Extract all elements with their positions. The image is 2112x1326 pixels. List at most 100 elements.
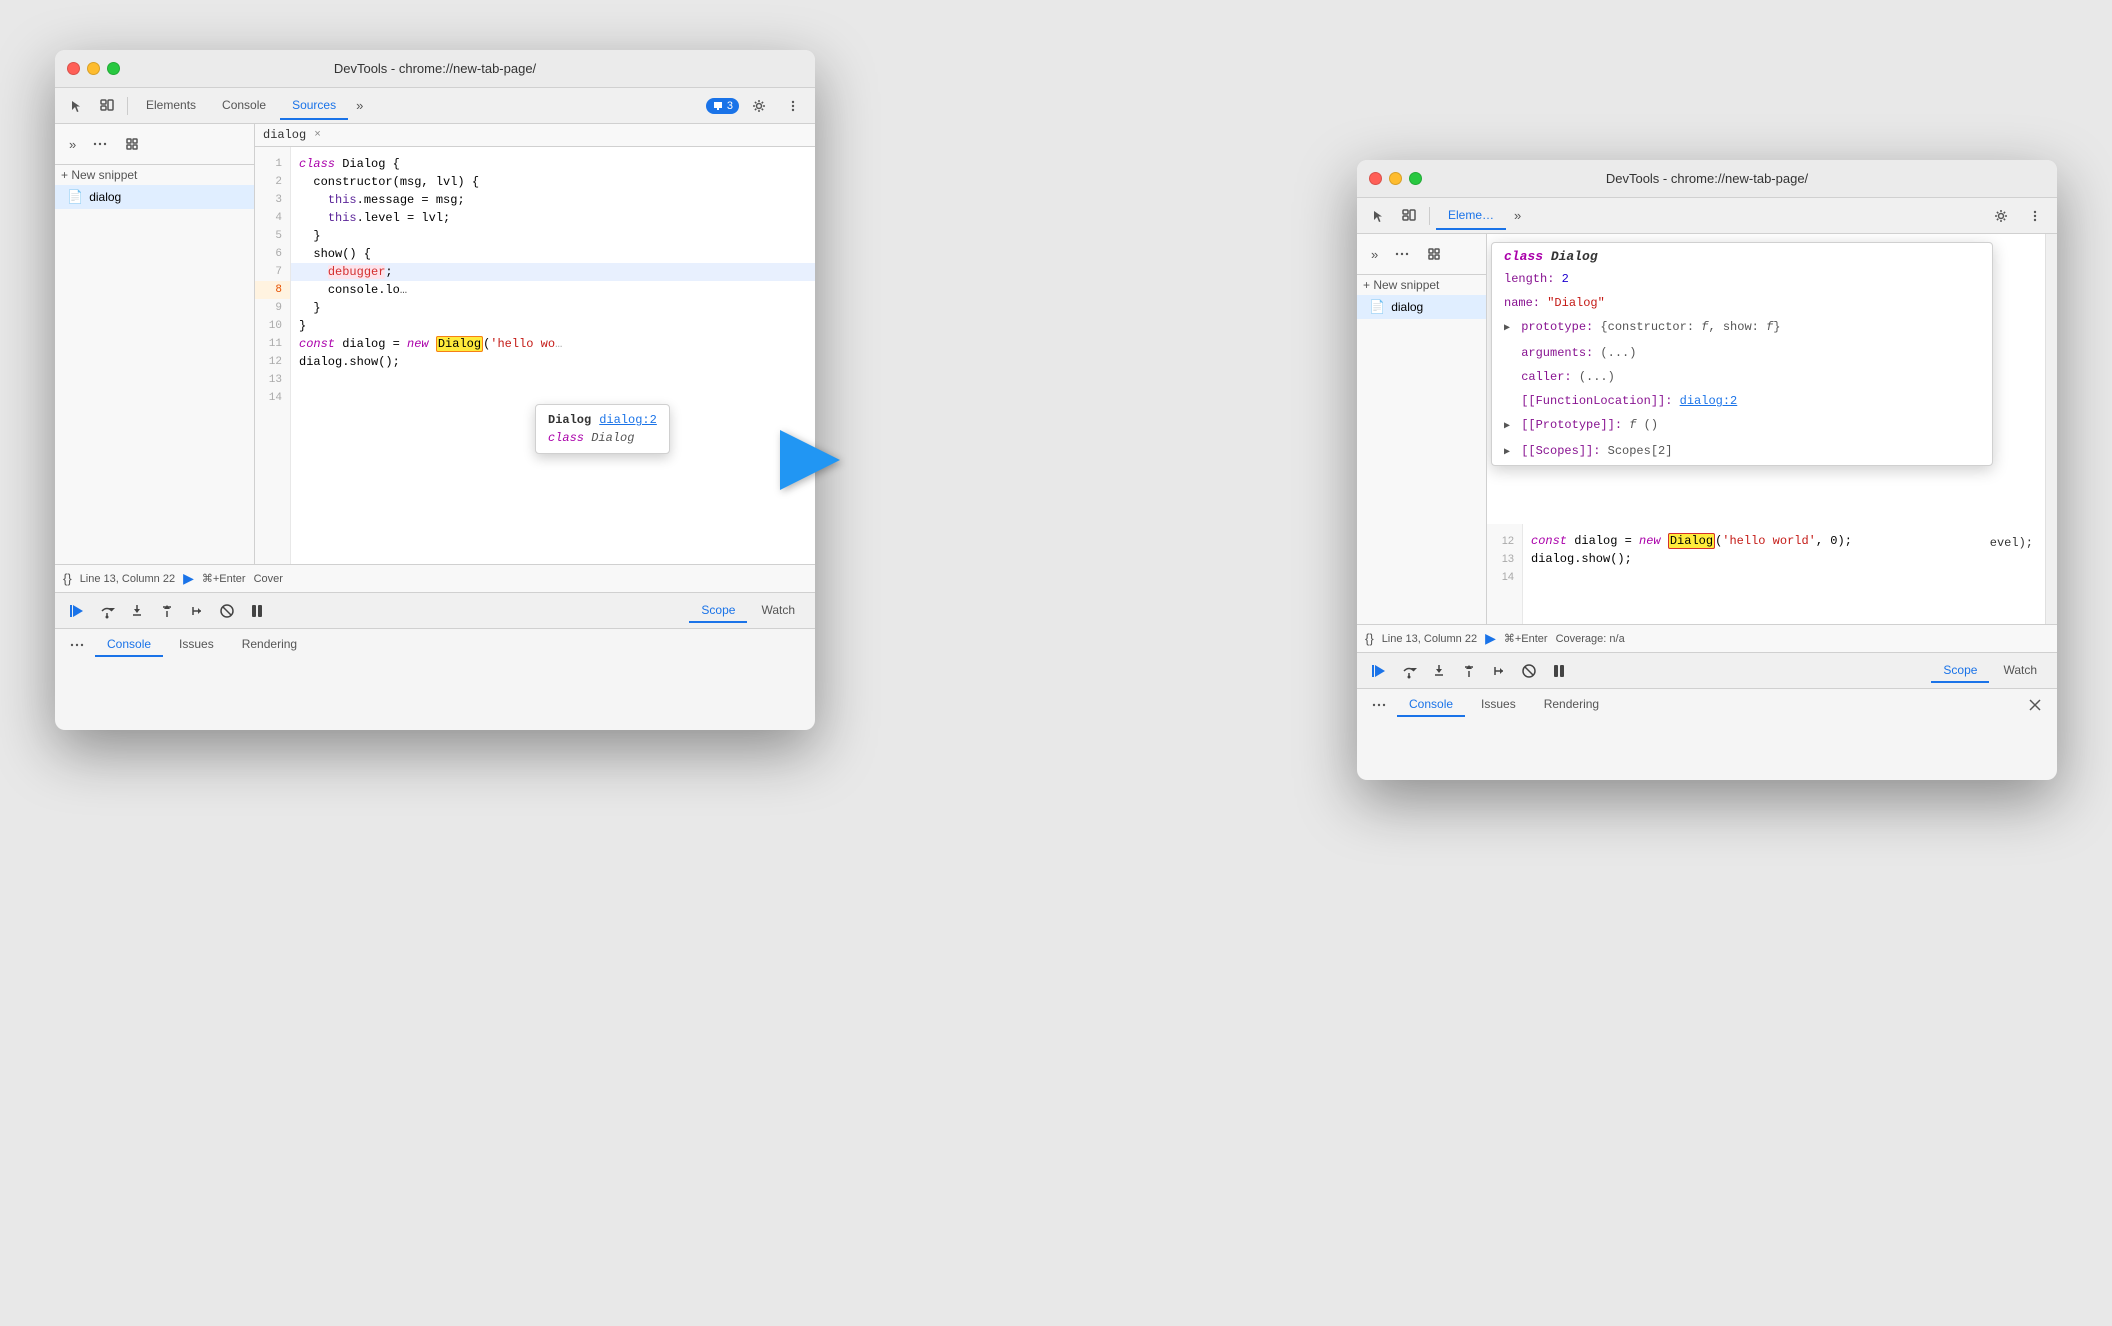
file-icon-1: 📄 xyxy=(67,189,83,205)
minimize-button-2[interactable] xyxy=(1389,172,1402,185)
step-over-btn-2[interactable] xyxy=(1395,657,1423,685)
scope-panel: class Dialog length: 2 name: "Dialog" ▶ … xyxy=(1491,242,1993,466)
step-into-btn-1[interactable] xyxy=(123,597,151,625)
code-line-1: class Dialog { xyxy=(291,155,815,173)
settings-icon-1[interactable] xyxy=(745,92,773,120)
pause-btn-2[interactable] xyxy=(1545,657,1573,685)
issues-tab-2[interactable]: Issues xyxy=(1469,693,1528,717)
close-button-1[interactable] xyxy=(67,62,80,75)
code-line2-14: dialog.show(); xyxy=(1523,550,2045,568)
code-line-9: console.lo… xyxy=(291,281,815,299)
more-icon-2[interactable] xyxy=(2021,202,2049,230)
rendering-tab-1[interactable]: Rendering xyxy=(230,633,309,657)
file-icon-2: 📄 xyxy=(1369,299,1385,315)
tab-elements-2[interactable]: Eleme… xyxy=(1436,202,1506,230)
console-tab-1[interactable]: Console xyxy=(95,633,163,657)
tab-console-1[interactable]: Console xyxy=(210,92,278,120)
arrow-container xyxy=(780,430,840,490)
scope-tab-1[interactable]: Scope xyxy=(689,599,747,623)
sidebar-more-1[interactable]: » xyxy=(63,133,82,156)
tooltip-link-1[interactable]: dialog:2 xyxy=(599,413,657,427)
line-col-2: Line 13, Column 22 xyxy=(1382,633,1477,645)
debug-toolbar-1: Scope Watch xyxy=(55,592,815,628)
code-below-panel: 12 13 14 const dialog = new Dialog('hell… xyxy=(1487,524,2045,624)
pause-btn-1[interactable] xyxy=(243,597,271,625)
titlebar-1: DevTools - chrome://new-tab-page/ xyxy=(55,50,815,88)
devtools-tabs-1: Elements Console Sources » 3 xyxy=(55,88,815,124)
close-button-2[interactable] xyxy=(1369,172,1382,185)
code-content-1: 12345 678 91011121314 class Dialog { con… xyxy=(255,147,815,564)
close-btn-2[interactable] xyxy=(2021,691,2049,719)
inspect-icon-2[interactable] xyxy=(1395,202,1423,230)
sidebar-expand-icon-2[interactable] xyxy=(1420,240,1448,268)
maximize-button-1[interactable] xyxy=(107,62,120,75)
deactivate-btn-1[interactable] xyxy=(213,597,241,625)
minimize-button-1[interactable] xyxy=(87,62,100,75)
maximize-button-2[interactable] xyxy=(1409,172,1422,185)
new-snippet-2[interactable]: + New snippet xyxy=(1357,275,1486,295)
rendering-tab-2[interactable]: Rendering xyxy=(1532,693,1611,717)
sidebar-file-dialog-2[interactable]: 📄 dialog xyxy=(1357,295,1486,319)
watch-tab-1[interactable]: Watch xyxy=(749,599,807,623)
close-file-tab-1[interactable]: × xyxy=(314,129,321,141)
sidebar-2: » + New snippet xyxy=(1357,234,1487,624)
status-bar-2: {} Line 13, Column 22 ▶ ⌘+Enter Coverage… xyxy=(1357,624,2057,652)
curly-braces-icon-1: {} xyxy=(63,571,72,586)
tab-elements-1[interactable]: Elements xyxy=(134,92,208,120)
inspect-icon[interactable] xyxy=(93,92,121,120)
step-into-btn-2[interactable] xyxy=(1425,657,1453,685)
settings-icon-2[interactable] xyxy=(1987,202,2015,230)
bottom-dots-1[interactable] xyxy=(63,631,91,659)
tabs-right-2 xyxy=(1987,202,2049,230)
step-out-btn-1[interactable] xyxy=(153,597,181,625)
code-lines-1: class Dialog { constructor(msg, lvl) { t… xyxy=(291,147,815,564)
sidebar-expand-icon[interactable] xyxy=(118,130,146,158)
play-icon-2[interactable]: ▶ xyxy=(1485,630,1496,647)
file-tab-1[interactable]: dialog xyxy=(263,128,306,142)
cursor-icon[interactable] xyxy=(63,92,91,120)
bottom-dots-2[interactable] xyxy=(1365,691,1393,719)
run-cmd-1: ⌘+Enter xyxy=(202,572,246,585)
tab-more-1[interactable]: » xyxy=(350,94,369,117)
devtools-tabs-2: Eleme… » xyxy=(1357,198,2057,234)
scope-item-scopes[interactable]: ▶ [[Scopes]]: Scopes[2] xyxy=(1492,439,1992,465)
close-icon-2[interactable] xyxy=(2021,691,2049,719)
new-snippet-label-1: + New snippet xyxy=(61,168,137,182)
code-line-4: this.level = lvl; xyxy=(291,209,815,227)
scrollbar-2[interactable] xyxy=(2045,234,2057,624)
watch-tab-2[interactable]: Watch xyxy=(1991,659,2049,683)
resume-btn-1[interactable] xyxy=(63,597,91,625)
scope-tab-2[interactable]: Scope xyxy=(1931,659,1989,683)
sidebar-header-2: » xyxy=(1357,234,1486,275)
step-over-btn-1[interactable] xyxy=(93,597,121,625)
sidebar-dots-1[interactable] xyxy=(86,130,114,158)
deactivate-btn-2[interactable] xyxy=(1515,657,1543,685)
scope-item-prototype2[interactable]: ▶ [[Prototype]]: f () xyxy=(1492,413,1992,439)
issues-tab-1[interactable]: Issues xyxy=(167,633,226,657)
sidebar-more-2[interactable]: » xyxy=(1365,243,1384,266)
status-bar-1: {} Line 13, Column 22 ▶ ⌘+Enter Cover xyxy=(55,564,815,592)
cursor-icon-2[interactable] xyxy=(1365,202,1393,230)
new-snippet-1[interactable]: + New snippet xyxy=(55,165,254,185)
tab-more-2[interactable]: » xyxy=(1508,204,1527,227)
step-out-btn-2[interactable] xyxy=(1455,657,1483,685)
tab-divider-1 xyxy=(127,97,128,115)
console-tab-2[interactable]: Console xyxy=(1397,693,1465,717)
step-btn-1[interactable] xyxy=(183,597,211,625)
scope-item-prototype[interactable]: ▶ prototype: {constructor: f, show: f} xyxy=(1492,315,1992,341)
step-btn-2[interactable] xyxy=(1485,657,1513,685)
sidebar-dots-2[interactable] xyxy=(1388,240,1416,268)
code-line-3: this.message = msg; xyxy=(291,191,815,209)
debug-tabs-2: Scope Watch xyxy=(1931,659,2049,683)
sidebar-file-dialog-1[interactable]: 📄 dialog xyxy=(55,185,254,209)
tab-sources-1[interactable]: Sources xyxy=(280,92,348,120)
debug-tabs-1: Scope Watch xyxy=(689,599,807,623)
tabs-right-1: 3 xyxy=(706,92,807,120)
play-icon-1[interactable]: ▶ xyxy=(183,570,194,587)
code-line-11: } xyxy=(291,317,815,335)
scope-item-function-location: [[FunctionLocation]]: dialog:2 xyxy=(1492,389,1992,413)
more-icon-1[interactable] xyxy=(779,92,807,120)
resume-btn-2[interactable] xyxy=(1365,657,1393,685)
notification-badge-1[interactable]: 3 xyxy=(706,98,739,114)
scope-item-arguments: arguments: (...) xyxy=(1492,341,1992,365)
